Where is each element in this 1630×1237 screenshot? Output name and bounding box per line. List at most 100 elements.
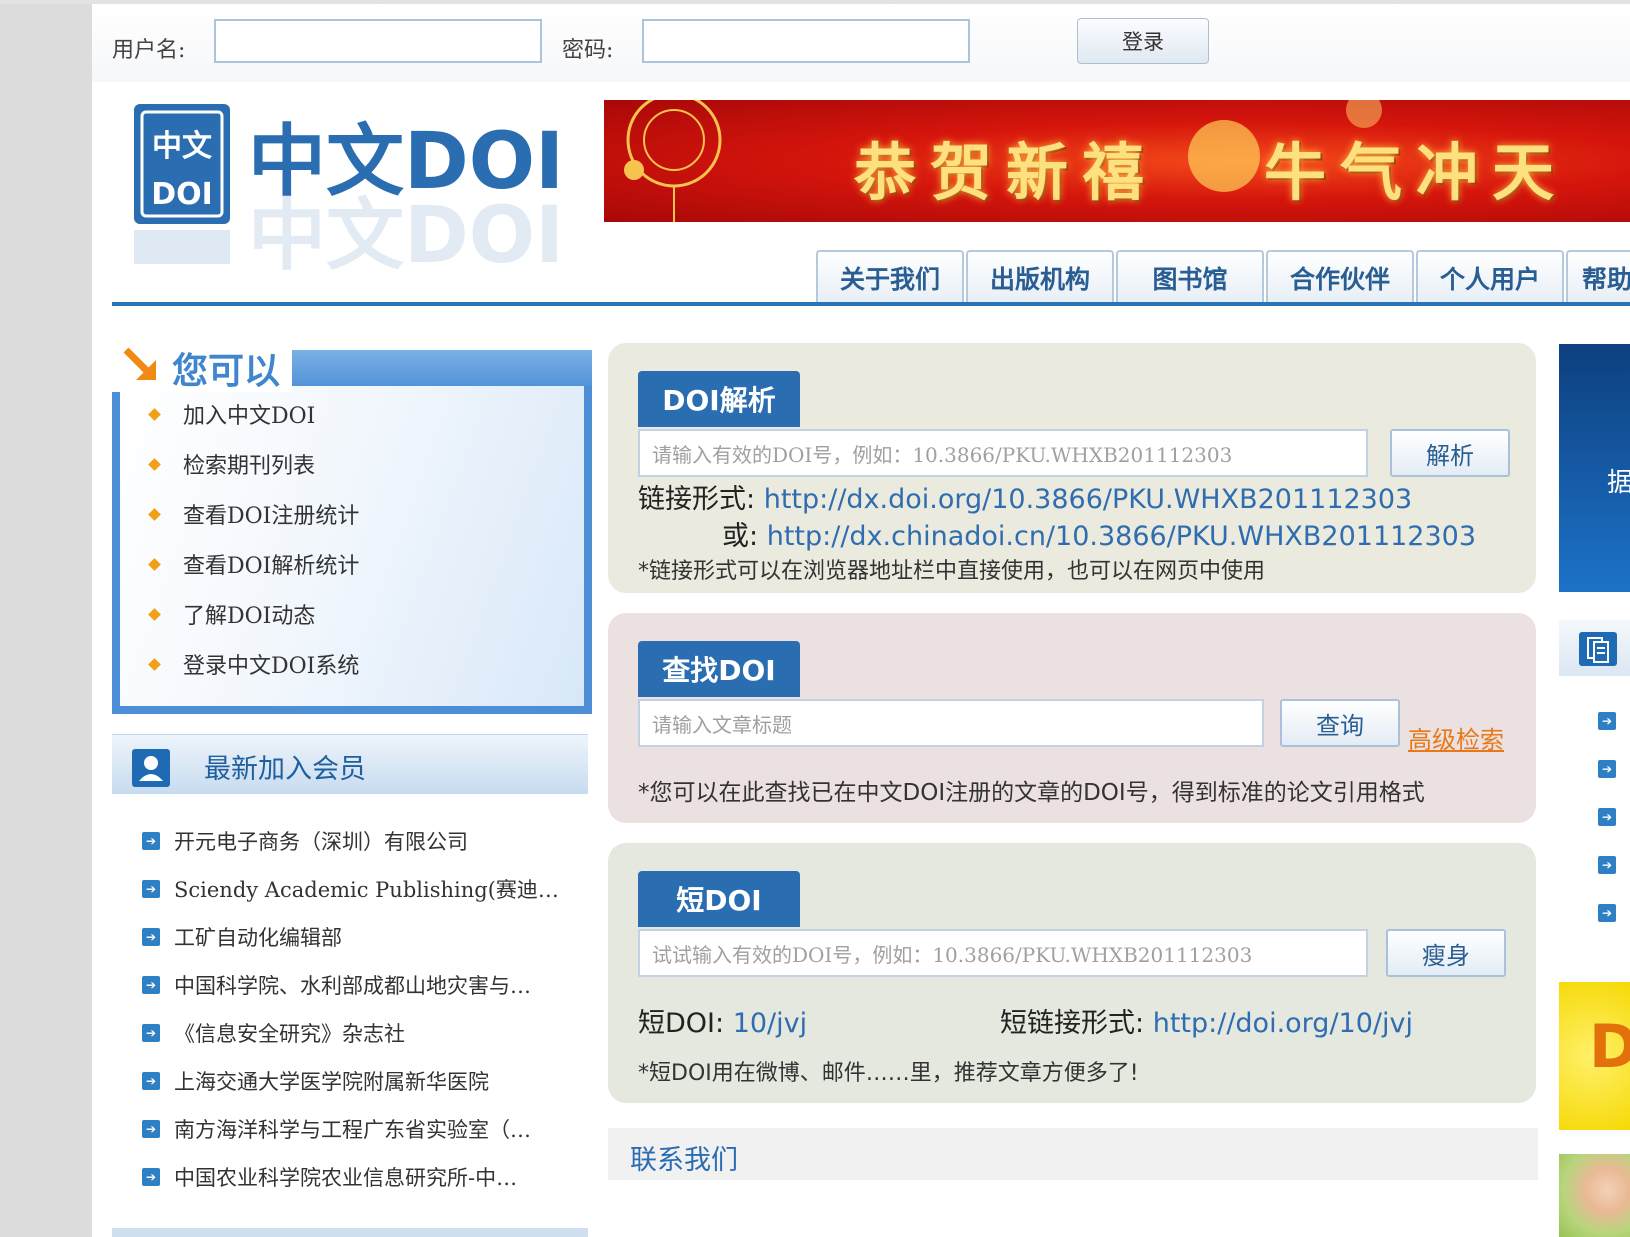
member-name[interactable]: 开元电子商务（深圳）有限公司 <box>174 826 468 856</box>
article-title-input[interactable]: 请输入文章标题 <box>638 699 1264 747</box>
member-list-item[interactable]: ➔ 工矿自动化编辑部 <box>142 922 588 952</box>
short-note: *短DOI用在微博、邮件……里，推荐文章方便多了! <box>638 1061 1139 1086</box>
you-can-item-label[interactable]: 检索期刊列表 <box>183 448 315 480</box>
members-header: 最新加入会员 <box>112 734 588 794</box>
short-doi-value[interactable]: 10/jvj <box>733 1008 807 1039</box>
bullet-icon <box>148 657 161 671</box>
short-doi-input[interactable]: 试试输入有效的DOI号，例如：10.3866/PKU.WHXB201112303 <box>638 929 1368 977</box>
arrow-right-icon: ➔ <box>142 1168 160 1186</box>
nav-tab-help[interactable]: 帮助 <box>1566 250 1630 304</box>
you-can-item-label[interactable]: 查看DOI解析统计 <box>183 548 359 580</box>
member-list-item[interactable]: ➔ Sciendy Academic Publishing(赛迪… <box>142 874 588 904</box>
nav-tab-partners[interactable]: 合作伙伴 <box>1266 250 1414 304</box>
main-nav: 关于我们 出版机构 图书馆 合作伙伴 个人用户 帮助 <box>816 250 1630 304</box>
resolve-button[interactable]: 解析 <box>1390 429 1510 477</box>
bullet-icon <box>148 457 161 471</box>
you-can-item[interactable]: 了解DOI动态 <box>148 598 315 630</box>
resolve-or-line: 或: http://dx.chinadoi.cn/10.3866/PKU.WHX… <box>722 514 1476 553</box>
page: 用户名: 密码: 登录 中文 DOI 中文DOI 中文DOI 恭贺新禧 牛气冲天 <box>0 0 1630 1237</box>
arrow-right-icon[interactable]: ➔ <box>1598 808 1616 826</box>
members-title: 最新加入会员 <box>204 754 366 785</box>
password-input[interactable] <box>642 19 970 63</box>
member-name[interactable]: 上海交通大学医学院附属新华医院 <box>174 1066 489 1096</box>
right-photo-ad[interactable] <box>1559 1154 1630 1237</box>
right-yellow-ad[interactable]: D <box>1559 982 1630 1130</box>
member-list-item[interactable]: ➔ 中国科学院、水利部成都山地灾害与… <box>142 970 588 1000</box>
you-can-item[interactable]: 加入中文DOI <box>148 398 315 430</box>
find-note: *您可以在此查找已在中文DOI注册的文章的DOI号，得到标准的论文引用格式 <box>638 780 1425 806</box>
arrow-right-icon: ➔ <box>142 928 160 946</box>
member-list-item[interactable]: ➔ 开元电子商务（深圳）有限公司 <box>142 826 588 856</box>
left-gutter <box>0 0 92 1237</box>
member-name[interactable]: 《信息安全研究》杂志社 <box>174 1018 405 1048</box>
short-doi-line: 短DOI: 10/jvj <box>638 1001 807 1040</box>
username-input[interactable] <box>214 19 542 63</box>
login-button[interactable]: 登录 <box>1077 18 1209 64</box>
short-doi-tab: 短DOI <box>638 871 800 927</box>
member-name[interactable]: 中国农业科学院农业信息研究所-中… <box>174 1162 517 1192</box>
member-list-item[interactable]: ➔ 上海交通大学医学院附属新华医院 <box>142 1066 588 1096</box>
site-logo[interactable]: 中文 DOI 中文DOI 中文DOI <box>130 92 570 281</box>
username-label: 用户名: <box>112 38 186 63</box>
member-list-item[interactable]: ➔ 《信息安全研究》杂志社 <box>142 1018 588 1048</box>
you-can-item-label[interactable]: 加入中文DOI <box>183 398 315 430</box>
arrow-right-icon: ➔ <box>142 832 160 850</box>
member-list-item[interactable]: ➔ 中国农业科学院农业信息研究所-中… <box>142 1162 588 1192</box>
you-can-box: 您可以 加入中文DOI 检索期刊列表 查看DOI注册统计 查看DOI解析统计 了… <box>112 342 592 714</box>
you-can-item[interactable]: 查看DOI注册统计 <box>148 498 359 530</box>
logo-reflection: 中文DOI <box>248 191 564 272</box>
arrow-right-icon[interactable]: ➔ <box>1598 904 1616 922</box>
you-can-item[interactable]: 检索期刊列表 <box>148 448 315 480</box>
bullet-icon <box>148 557 161 571</box>
short-doi-label: 短DOI: <box>638 1008 725 1039</box>
you-can-item-label[interactable]: 登录中文DOI系统 <box>183 648 359 680</box>
arrow-right-icon: ➔ <box>142 880 160 898</box>
login-bar: 用户名: 密码: 登录 <box>92 4 1630 82</box>
right-blue-panel[interactable]: 据 <box>1559 344 1630 592</box>
member-name[interactable]: 中国科学院、水利部成都山地灾害与… <box>174 970 531 1000</box>
member-list-item[interactable]: ➔ 南方海洋科学与工程广东省实验室（… <box>142 1114 588 1144</box>
logo-seal-bottom: DOI <box>151 177 213 212</box>
bullet-icon <box>148 507 161 521</box>
new-year-banner[interactable]: 恭贺新禧 牛气冲天 <box>604 100 1630 222</box>
advanced-search-link[interactable]: 高级检索 <box>1408 720 1504 755</box>
bullet-icon <box>148 407 161 421</box>
document-icon <box>1579 632 1617 666</box>
contact-title[interactable]: 联系我们 <box>630 1138 738 1177</box>
member-name[interactable]: 工矿自动化编辑部 <box>174 922 342 952</box>
search-button[interactable]: 查询 <box>1280 699 1400 747</box>
arrow-right-icon: ➔ <box>142 1120 160 1138</box>
password-label: 密码: <box>562 38 614 63</box>
chinadoi-logo-icon: 中文 DOI 中文DOI 中文DOI <box>134 104 564 281</box>
short-link-url[interactable]: http://doi.org/10/jvj <box>1153 1008 1413 1039</box>
doi-resolve-panel: DOI解析 请输入有效的DOI号，例如：10.3866/PKU.WHXB2011… <box>608 343 1536 593</box>
you-can-item[interactable]: 登录中文DOI系统 <box>148 648 359 680</box>
nav-tab-about[interactable]: 关于我们 <box>816 250 964 304</box>
shorten-button[interactable]: 瘦身 <box>1386 929 1506 977</box>
member-name[interactable]: 南方海洋科学与工程广东省实验室（… <box>174 1114 531 1144</box>
doi-resolve-input[interactable]: 请输入有效的DOI号，例如：10.3866/PKU.WHXB201112303 <box>638 429 1368 477</box>
you-can-item-label[interactable]: 了解DOI动态 <box>183 598 315 630</box>
find-doi-tab: 查找DOI <box>638 641 800 697</box>
short-link-line: 短链接形式: http://doi.org/10/jvj <box>1000 1001 1413 1040</box>
resolve-note: *链接形式可以在浏览器地址栏中直接使用，也可以在网页中使用 <box>638 559 1266 584</box>
arrow-right-icon: ➔ <box>142 1072 160 1090</box>
user-icon <box>132 749 170 787</box>
resolve-or-url[interactable]: http://dx.chinadoi.cn/10.3866/PKU.WHXB20… <box>767 521 1476 552</box>
arrow-right-icon[interactable]: ➔ <box>1598 856 1616 874</box>
right-icon-bar <box>1559 620 1630 676</box>
resolve-link-url[interactable]: http://dx.doi.org/10.3866/PKU.WHXB201112… <box>764 484 1413 515</box>
member-name[interactable]: Sciendy Academic Publishing(赛迪… <box>174 874 559 904</box>
bullet-icon <box>148 607 161 621</box>
you-can-item[interactable]: 查看DOI解析统计 <box>148 548 359 580</box>
arrow-right-icon[interactable]: ➔ <box>1598 760 1616 778</box>
arrow-right-icon: ➔ <box>142 1024 160 1042</box>
contact-bar: 联系我们 <box>608 1128 1538 1180</box>
resolve-link-label: 链接形式: <box>638 484 756 515</box>
nav-tab-library[interactable]: 图书馆 <box>1116 250 1264 304</box>
nav-tab-publishers[interactable]: 出版机构 <box>966 250 1114 304</box>
you-can-item-label[interactable]: 查看DOI注册统计 <box>183 498 359 530</box>
nav-tab-personal[interactable]: 个人用户 <box>1416 250 1564 304</box>
arrow-down-right-icon <box>123 347 156 380</box>
arrow-right-icon[interactable]: ➔ <box>1598 712 1616 730</box>
